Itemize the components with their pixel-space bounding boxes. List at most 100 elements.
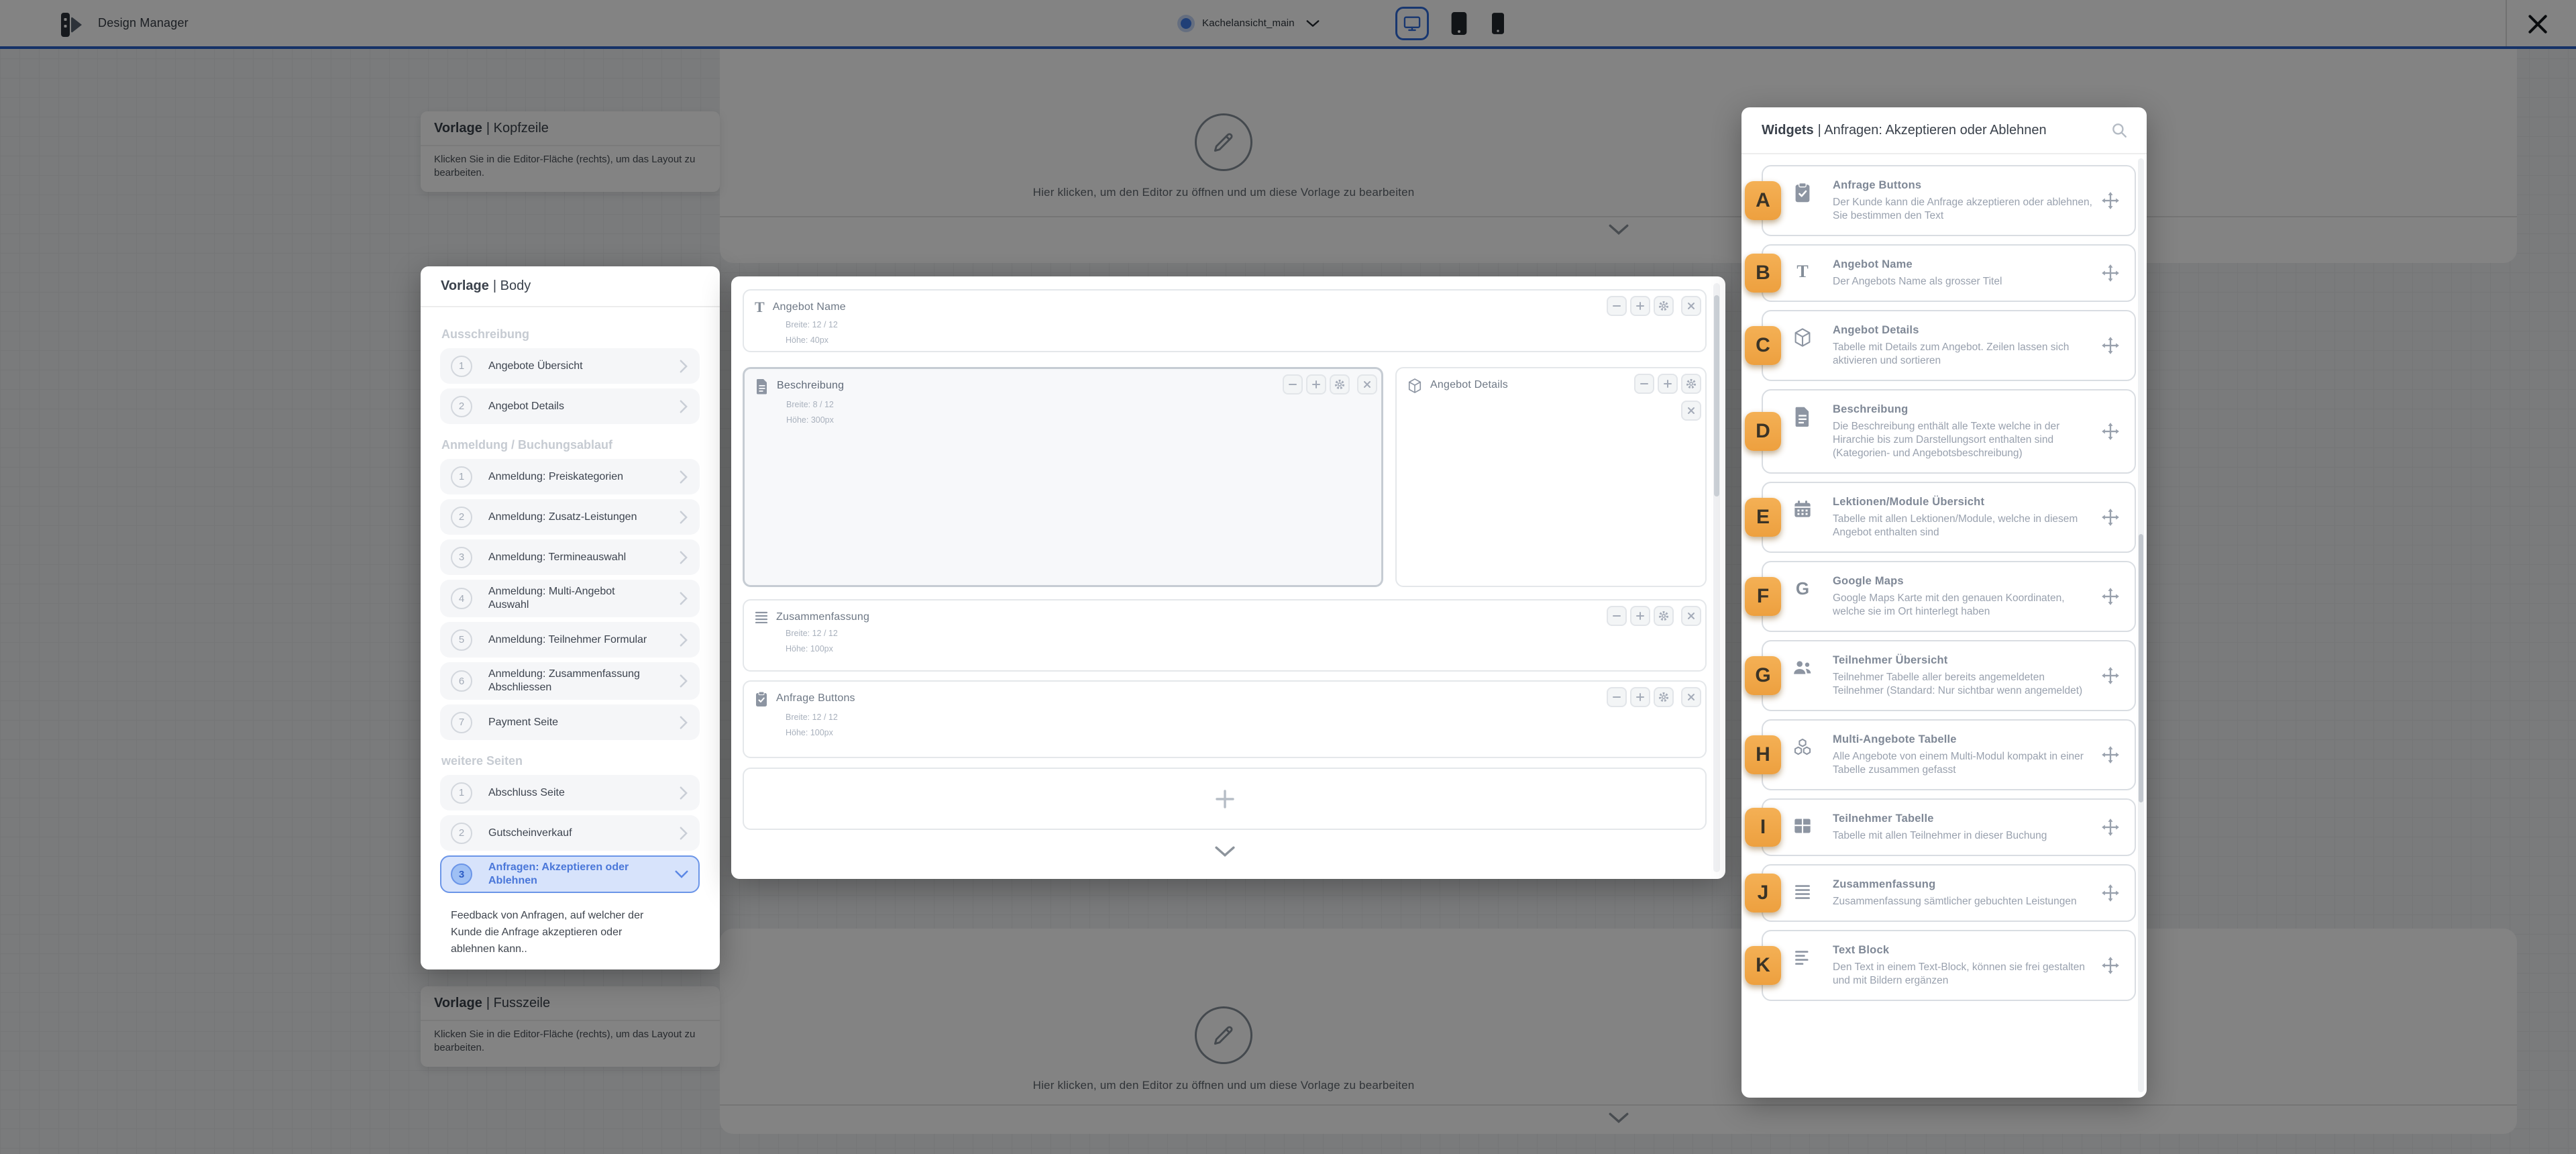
- nav-item-number: 1: [451, 466, 472, 488]
- widgets-title-rest: | Anfragen: Akzeptieren oder Ablehnen: [1818, 123, 2047, 138]
- move-icon[interactable]: [2101, 191, 2120, 210]
- shrink-block-button[interactable]: [1634, 374, 1654, 394]
- nav-item-angebot-details[interactable]: 2 Angebot Details: [440, 388, 700, 424]
- nav-item-preiskategorien[interactable]: 1 Anmeldung: Preiskategorien: [440, 459, 700, 494]
- shrink-block-button[interactable]: [1283, 374, 1303, 395]
- block-settings-button[interactable]: [1681, 374, 1701, 394]
- widget-item-lektionen-module-uebersicht[interactable]: E Lektionen/Module Übersicht Tabelle mit…: [1762, 482, 2136, 553]
- selected-page-description: Feedback von Anfragen, auf welcher der K…: [451, 907, 665, 957]
- move-icon[interactable]: [2101, 587, 2120, 606]
- block-angebot-name[interactable]: T Angebot Name Breite: 12 / 12 Höhe: 40p…: [743, 289, 1707, 352]
- widget-list: A Anfrage Buttons Der Kunde kann die Anf…: [1741, 154, 2147, 1012]
- file-text-icon: [755, 378, 769, 395]
- widget-item-beschreibung[interactable]: D Beschreibung Die Beschreibung enthält …: [1762, 389, 2136, 474]
- grow-block-button[interactable]: [1630, 606, 1650, 626]
- text-icon: T: [755, 300, 765, 315]
- hotkey-badge: C: [1745, 326, 1781, 365]
- grow-block-button[interactable]: [1630, 687, 1650, 707]
- remove-block-button[interactable]: [1357, 374, 1377, 395]
- nav-item-termineauswahl[interactable]: 3 Anmeldung: Termineauswahl: [440, 539, 700, 575]
- block-anfrage-buttons[interactable]: Anfrage Buttons Breite: 12 / 12 Höhe: 10…: [743, 680, 1707, 758]
- widget-item-text-block[interactable]: K Text Block Den Text in einem Text-Bloc…: [1762, 930, 2136, 1001]
- chevron-down-icon: [1213, 845, 1237, 858]
- widget-item-angebot-details[interactable]: C Angebot Details Tabelle mit Details zu…: [1762, 310, 2136, 381]
- widget-description: Tabelle mit allen Teilnehmer in dieser B…: [1833, 829, 2094, 843]
- block-settings-button[interactable]: [1330, 374, 1350, 395]
- page-nav-list: Ausschreibung 1 Angebote Übersicht 2 Ang…: [421, 307, 720, 969]
- minus-icon: [1612, 301, 1621, 311]
- hotkey-badge: K: [1745, 946, 1781, 985]
- move-icon[interactable]: [2101, 745, 2120, 764]
- nav-item-angebote-uebersicht[interactable]: 1 Angebote Übersicht: [440, 348, 700, 384]
- nav-item-number: 7: [451, 712, 472, 733]
- grow-block-button[interactable]: [1658, 374, 1678, 394]
- nav-section-label: Ausschreibung: [441, 327, 700, 342]
- nav-item-multi-angebot-auswahl[interactable]: 4 Anmeldung: Multi-Angebot Auswahl: [440, 580, 700, 617]
- widget-item-angebot-name[interactable]: B T Angebot Name Der Angebots Name als g…: [1762, 244, 2136, 302]
- move-icon[interactable]: [2101, 818, 2120, 837]
- nav-item-number: 2: [451, 507, 472, 528]
- move-icon[interactable]: [2101, 884, 2120, 902]
- remove-block-button[interactable]: [1681, 296, 1701, 316]
- grow-block-button[interactable]: [1630, 296, 1650, 316]
- widget-title: Lektionen/Module Übersicht: [1833, 495, 2094, 509]
- hotkey-badge: B: [1745, 254, 1781, 293]
- block-width-value: Breite: 12 / 12: [786, 713, 1695, 722]
- move-icon[interactable]: [2101, 666, 2120, 685]
- remove-block-button[interactable]: [1681, 401, 1701, 421]
- nav-item-payment-seite[interactable]: 7 Payment Seite: [440, 704, 700, 740]
- block-settings-button[interactable]: [1654, 687, 1674, 707]
- shrink-block-button[interactable]: [1607, 606, 1627, 626]
- calendar-icon: [1790, 496, 1815, 522]
- nav-item-number: 6: [451, 670, 472, 692]
- widget-item-google-maps[interactable]: F G Google Maps Google Maps Karte mit de…: [1762, 561, 2136, 632]
- plus-icon: [1635, 611, 1645, 621]
- nav-item-zusatz-leistungen[interactable]: 2 Anmeldung: Zusatz-Leistungen: [440, 499, 700, 535]
- block-beschreibung[interactable]: Beschreibung Breite: 8 / 12 Höhe: 300px: [743, 367, 1383, 587]
- move-icon[interactable]: [2101, 508, 2120, 527]
- move-icon[interactable]: [2101, 422, 2120, 441]
- move-icon[interactable]: [2101, 956, 2120, 975]
- block-settings-button[interactable]: [1654, 606, 1674, 626]
- widget-item-anfrage-buttons[interactable]: A Anfrage Buttons Der Kunde kann die Anf…: [1762, 165, 2136, 236]
- block-zusammenfassung[interactable]: Zusammenfassung Breite: 12 / 12 Höhe: 10…: [743, 599, 1707, 672]
- widget-item-teilnehmer-tabelle[interactable]: I Teilnehmer Tabelle Tabelle mit allen T…: [1762, 798, 2136, 856]
- move-icon[interactable]: [2101, 264, 2120, 282]
- widget-item-zusammenfassung[interactable]: J Zusammenfassung Zusammenfassung sämtli…: [1762, 864, 2136, 922]
- widget-search-button[interactable]: [2110, 121, 2128, 139]
- nav-item-label: Anmeldung: Termineauswahl: [488, 551, 626, 564]
- editor-scrollbar-thumb[interactable]: [1714, 295, 1719, 496]
- block-settings-button[interactable]: [1654, 296, 1674, 316]
- hotkey-badge: H: [1745, 735, 1781, 774]
- nav-item-number: 3: [451, 547, 472, 568]
- widgets-scrollbar-thumb[interactable]: [2139, 534, 2143, 802]
- nav-item-gutscheinverkauf[interactable]: 2 Gutscheinverkauf: [440, 815, 700, 851]
- remove-block-button[interactable]: [1681, 606, 1701, 626]
- chevron-right-icon: [678, 826, 689, 841]
- hotkey-badge: D: [1745, 412, 1781, 451]
- expand-body-button[interactable]: [1213, 845, 1237, 858]
- nav-item-teilnehmer-formular[interactable]: 5 Anmeldung: Teilnehmer Formular: [440, 622, 700, 658]
- shrink-block-button[interactable]: [1607, 296, 1627, 316]
- nav-item-anfragen-akzeptieren-ablehnen[interactable]: 3 Anfragen: Akzeptieren oder Ablehnen: [440, 855, 700, 893]
- list-icon: [1790, 879, 1815, 904]
- plus-icon: [1635, 692, 1645, 702]
- block-angebot-details[interactable]: Angebot Details: [1395, 367, 1707, 587]
- nav-item-label: Anmeldung: Multi-Angebot Auswahl: [488, 585, 649, 612]
- nav-item-zusammenfassung-abschliessen[interactable]: 6 Anmeldung: Zusammenfassung Abschliesse…: [440, 662, 700, 700]
- shrink-block-button[interactable]: [1607, 687, 1627, 707]
- move-icon[interactable]: [2101, 336, 2120, 355]
- widgets-scrollbar[interactable]: [2138, 158, 2144, 1092]
- widget-item-teilnehmer-uebersicht[interactable]: G Teilnehmer Übersicht Teilnehmer Tabell…: [1762, 640, 2136, 711]
- nav-item-abschluss-seite[interactable]: 1 Abschluss Seite: [440, 775, 700, 810]
- grow-block-button[interactable]: [1306, 374, 1326, 395]
- nav-item-number: 2: [451, 823, 472, 844]
- add-block-button[interactable]: [743, 768, 1707, 830]
- editor-scrollbar[interactable]: [1713, 283, 1720, 872]
- widgets-panel: Widgets | Anfragen: Akzeptieren oder Abl…: [1741, 107, 2147, 1098]
- block-width-value: Breite: 12 / 12: [786, 629, 1695, 638]
- widget-item-multi-angebote-tabelle[interactable]: H Multi-Angebote Tabelle Alle Angebote v…: [1762, 719, 2136, 790]
- minus-icon: [1288, 380, 1297, 389]
- remove-block-button[interactable]: [1681, 687, 1701, 707]
- block-title: Beschreibung: [777, 378, 844, 392]
